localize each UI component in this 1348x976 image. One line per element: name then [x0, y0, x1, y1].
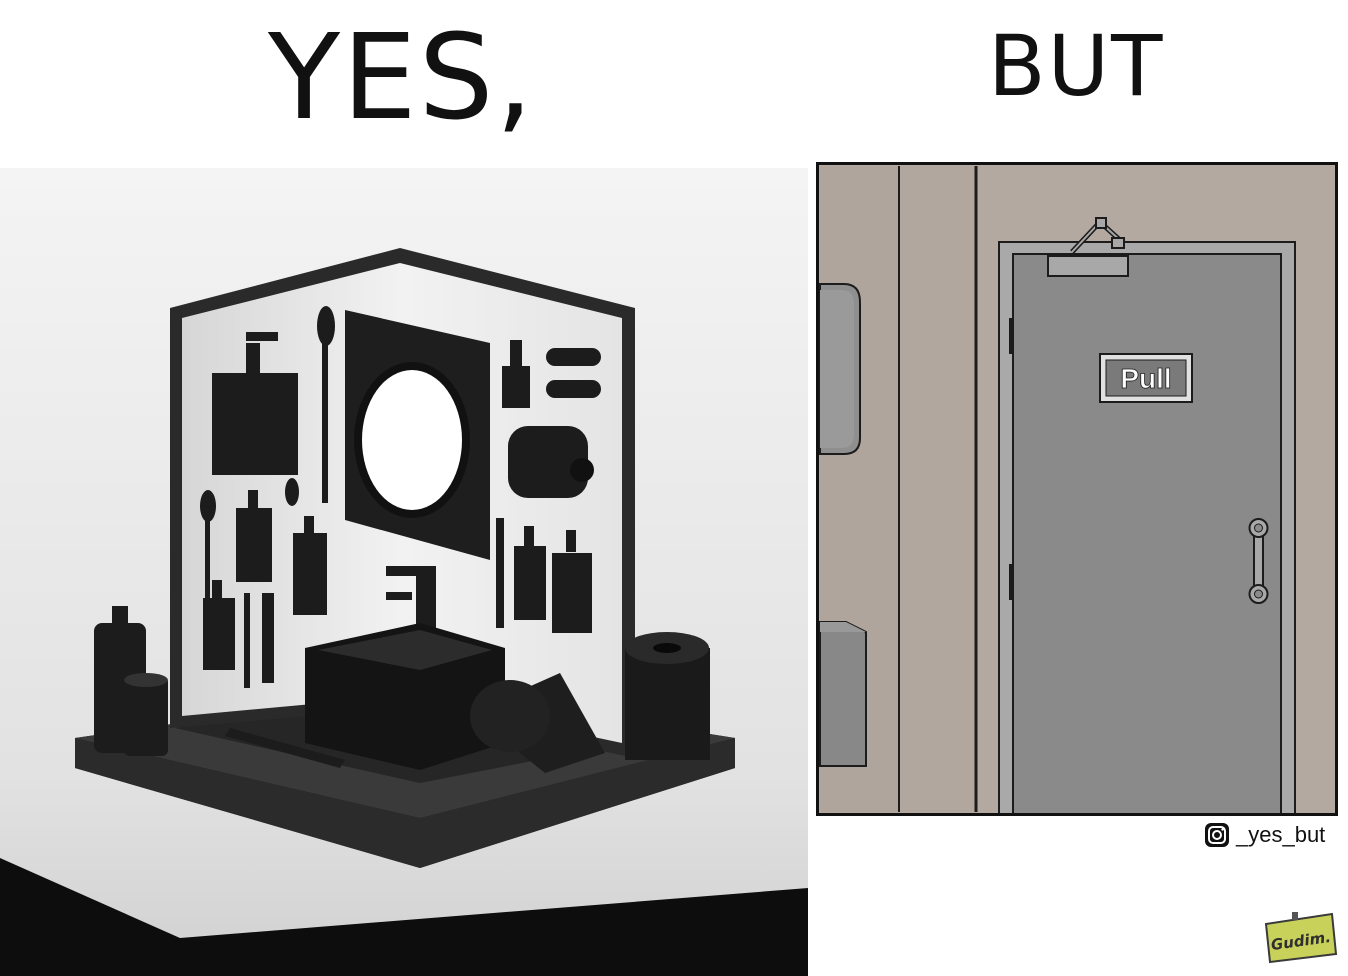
- credit: _yes_but: [1204, 820, 1325, 850]
- instagram-icon: [1205, 823, 1229, 847]
- bathroom-illustration: [0, 168, 808, 976]
- door-illustration: Pull: [816, 162, 1338, 816]
- gudim-watermark: Gudim.: [1264, 912, 1338, 964]
- pull-sign-text: Pull: [1120, 363, 1171, 394]
- credit-handle: _yes_but: [1236, 822, 1326, 847]
- yes-caption: YES,: [268, 8, 536, 146]
- but-caption: BUT: [988, 17, 1165, 115]
